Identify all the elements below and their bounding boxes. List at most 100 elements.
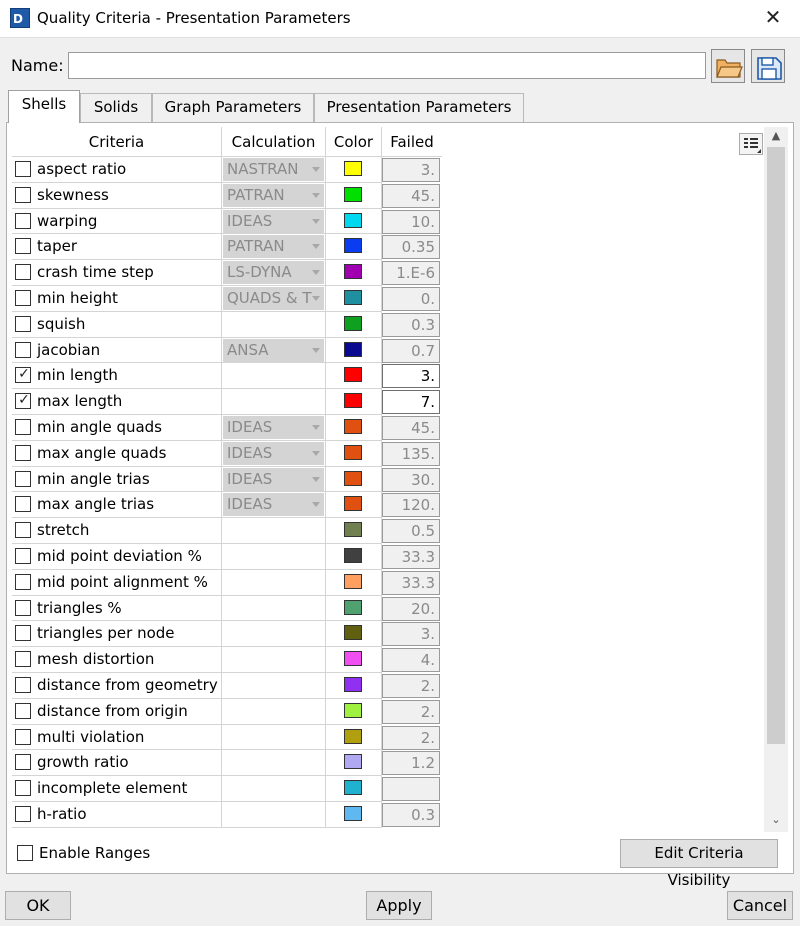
enable-ranges-checkbox[interactable] — [17, 845, 33, 861]
criteria-checkbox[interactable] — [15, 780, 31, 797]
color-swatch[interactable] — [344, 161, 362, 176]
failed-threshold-field[interactable]: 3. — [382, 622, 440, 647]
criteria-checkbox[interactable] — [15, 496, 31, 513]
color-swatch[interactable] — [344, 419, 362, 434]
criteria-checkbox[interactable] — [15, 161, 31, 177]
calculation-select[interactable]: QUADS & T — [223, 287, 324, 310]
calculation-select[interactable]: IDEAS — [223, 493, 324, 517]
calculation-select[interactable]: ANSA — [223, 338, 324, 362]
criteria-checkbox[interactable] — [15, 470, 31, 487]
failed-threshold-field[interactable]: 45. — [382, 183, 440, 208]
criteria-checkbox[interactable] — [15, 212, 31, 229]
criteria-checkbox[interactable] — [15, 677, 31, 693]
header-calculation[interactable]: Calculation — [222, 127, 326, 157]
calculation-select[interactable]: IDEAS — [223, 441, 324, 465]
failed-threshold-field[interactable]: 1.E-6 — [382, 261, 440, 286]
criteria-checkbox[interactable] — [15, 702, 31, 719]
color-swatch[interactable] — [344, 651, 362, 667]
color-swatch[interactable] — [344, 625, 362, 641]
tab-shells[interactable]: Shells — [8, 90, 80, 123]
color-swatch[interactable] — [344, 496, 362, 512]
criteria-checkbox[interactable]: ✓ — [15, 366, 31, 384]
calculation-select[interactable]: PATRAN — [223, 235, 324, 259]
failed-threshold-field[interactable]: 3. — [382, 364, 440, 389]
color-swatch[interactable] — [344, 444, 362, 460]
criteria-checkbox[interactable] — [15, 625, 31, 642]
color-swatch[interactable] — [344, 548, 362, 563]
color-swatch[interactable] — [344, 367, 362, 383]
criteria-checkbox[interactable] — [15, 264, 31, 281]
failed-threshold-field[interactable]: 0. — [382, 287, 440, 311]
close-icon[interactable]: ✕ — [762, 5, 784, 29]
header-color[interactable]: Color — [326, 127, 382, 157]
color-swatch[interactable] — [344, 728, 362, 744]
failed-threshold-field[interactable]: 0.3 — [382, 312, 440, 337]
calculation-select[interactable]: NASTRAN — [223, 158, 324, 181]
column-options-button[interactable] — [739, 133, 763, 155]
tab-presentation-parameters[interactable]: Presentation Parameters — [314, 93, 524, 122]
failed-threshold-field[interactable]: 30. — [382, 467, 440, 492]
color-swatch[interactable] — [344, 702, 362, 718]
color-swatch[interactable] — [344, 264, 362, 280]
failed-threshold-field[interactable]: 0.7 — [382, 338, 440, 363]
open-button[interactable] — [711, 49, 745, 83]
failed-threshold-field[interactable]: 0.3 — [382, 803, 440, 827]
scrollbar-thumb[interactable] — [767, 147, 785, 744]
header-failed[interactable]: Failed — [382, 127, 442, 157]
color-swatch[interactable] — [344, 573, 362, 589]
failed-threshold-field[interactable]: 3. — [382, 158, 440, 182]
criteria-checkbox[interactable] — [15, 238, 31, 255]
color-swatch[interactable] — [344, 780, 362, 796]
scroll-up-icon[interactable]: ▲ — [764, 127, 788, 145]
criteria-checkbox[interactable] — [15, 315, 31, 332]
calculation-select[interactable]: IDEAS — [223, 467, 324, 491]
failed-threshold-field[interactable]: 33.3 — [382, 545, 440, 569]
failed-threshold-field[interactable]: 45. — [382, 416, 440, 440]
criteria-checkbox[interactable] — [15, 651, 31, 668]
criteria-checkbox[interactable]: ✓ — [15, 392, 31, 410]
failed-threshold-field[interactable]: 1.2 — [382, 751, 440, 776]
failed-threshold-field[interactable]: 33.3 — [382, 570, 440, 595]
scroll-down-icon[interactable]: ⌄ — [764, 811, 788, 829]
criteria-checkbox[interactable] — [15, 186, 31, 203]
calculation-select[interactable]: IDEAS — [223, 209, 324, 233]
color-swatch[interactable] — [344, 212, 362, 228]
tab-graph-parameters[interactable]: Graph Parameters — [152, 93, 314, 122]
color-swatch[interactable] — [344, 315, 362, 331]
header-criteria[interactable]: Criteria — [12, 127, 222, 157]
criteria-checkbox[interactable] — [15, 522, 31, 539]
criteria-checkbox[interactable] — [15, 754, 31, 771]
failed-threshold-field[interactable]: 10. — [382, 209, 440, 234]
edit-criteria-visibility-button[interactable]: Edit Criteria Visibility — [620, 839, 778, 889]
color-swatch[interactable] — [344, 522, 362, 538]
apply-button[interactable]: Apply — [366, 891, 432, 920]
calculation-select[interactable]: IDEAS — [223, 416, 324, 439]
calculation-select[interactable]: PATRAN — [223, 183, 324, 207]
failed-threshold-field[interactable]: 4. — [382, 648, 440, 673]
failed-threshold-field[interactable]: 7. — [382, 390, 440, 415]
criteria-checkbox[interactable] — [15, 341, 31, 358]
failed-threshold-field[interactable]: 0.35 — [382, 235, 440, 260]
failed-threshold-field[interactable]: 135. — [382, 441, 440, 466]
criteria-checkbox[interactable] — [15, 573, 31, 590]
criteria-checkbox[interactable] — [15, 806, 31, 822]
calculation-select[interactable]: LS-DYNA — [223, 261, 324, 285]
color-swatch[interactable] — [344, 470, 362, 486]
color-swatch[interactable] — [344, 806, 362, 821]
color-swatch[interactable] — [344, 238, 362, 254]
ok-button[interactable]: OK — [5, 891, 71, 920]
failed-threshold-field[interactable]: 0.5 — [382, 519, 440, 544]
color-swatch[interactable] — [344, 186, 362, 202]
color-swatch[interactable] — [344, 754, 362, 770]
criteria-checkbox[interactable] — [15, 548, 31, 564]
save-button[interactable] — [751, 49, 785, 83]
color-swatch[interactable] — [344, 393, 362, 409]
vertical-scrollbar[interactable]: ▲ ⌄ — [764, 127, 788, 832]
color-swatch[interactable] — [344, 599, 362, 615]
failed-threshold-field[interactable]: 2. — [382, 674, 440, 698]
failed-threshold-field[interactable]: 2. — [382, 725, 440, 750]
failed-threshold-field[interactable]: 20. — [382, 596, 440, 621]
color-swatch[interactable] — [344, 290, 362, 305]
name-input[interactable] — [68, 52, 706, 79]
criteria-checkbox[interactable] — [15, 290, 31, 306]
